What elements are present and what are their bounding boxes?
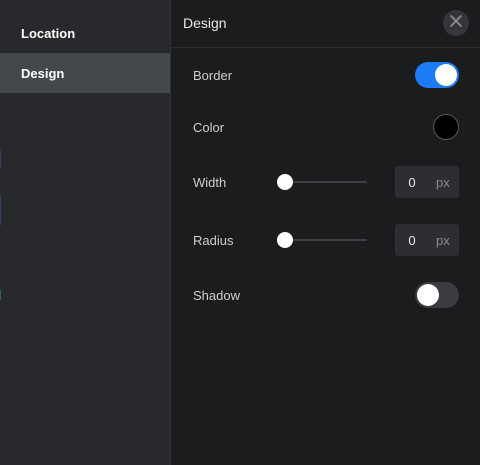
color-label: Color	[193, 119, 225, 135]
close-icon	[450, 14, 462, 32]
panel-header: Design	[171, 0, 480, 48]
slider-thumb[interactable]	[277, 174, 293, 190]
width-input-box: px	[395, 166, 459, 198]
border-label: Border	[193, 67, 233, 83]
edge-divider	[0, 290, 1, 300]
width-row: Width px	[193, 166, 459, 198]
width-label: Width	[193, 174, 227, 190]
width-input[interactable]	[395, 174, 429, 190]
close-button[interactable]	[443, 10, 469, 36]
sidebar: Location Design	[0, 0, 171, 465]
slider-thumb[interactable]	[277, 232, 293, 248]
width-slider[interactable]	[277, 174, 367, 190]
radius-input-box: px	[395, 224, 459, 256]
radius-row: Radius px	[193, 224, 459, 256]
sidebar-item-location[interactable]: Location	[0, 13, 170, 53]
radius-input[interactable]	[395, 232, 429, 248]
design-panel: Design Border Color Width 0 px Radius 0 …	[171, 0, 480, 465]
sidebar-item-label: Design	[21, 65, 65, 81]
toggle-knob	[417, 284, 439, 306]
shadow-label: Shadow	[193, 287, 240, 303]
radius-slider[interactable]	[277, 232, 367, 248]
panel-title: Design	[183, 15, 227, 31]
radius-unit: px	[436, 232, 450, 248]
color-row: Color	[193, 114, 459, 140]
toggle-knob	[435, 64, 457, 86]
design-settings-window: Location Design Design Border Color Widt…	[0, 0, 480, 465]
border-toggle[interactable]	[415, 62, 459, 88]
color-swatch[interactable]	[433, 114, 459, 140]
shadow-toggle[interactable]	[415, 282, 459, 308]
sidebar-item-label: Location	[21, 25, 76, 41]
edge-divider	[0, 150, 1, 168]
width-unit: px	[436, 174, 450, 190]
edge-divider	[0, 195, 1, 225]
radius-label: Radius	[193, 232, 234, 248]
sidebar-item-design[interactable]: Design	[0, 53, 170, 93]
shadow-row: Shadow	[193, 282, 459, 308]
border-row: Border	[193, 62, 459, 88]
